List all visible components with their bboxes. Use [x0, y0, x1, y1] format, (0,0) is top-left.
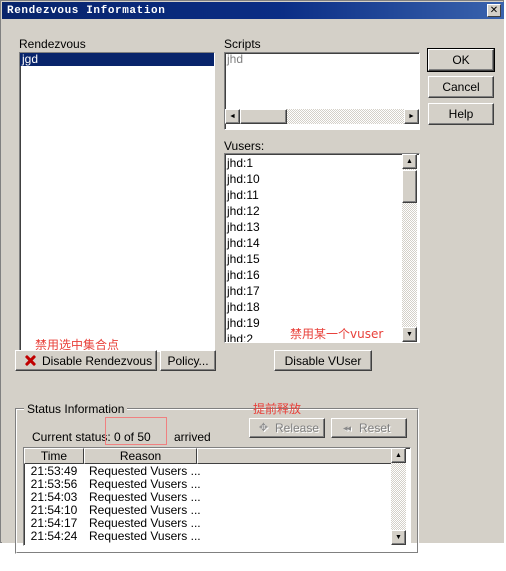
vusers-label: Vusers:: [224, 139, 265, 153]
list-item[interactable]: jhd:15: [225, 251, 403, 267]
vusers-items: jhd:1 jhd:10 jhd:11 jhd:12 jhd:13 jhd:14 jhd:1…: [225, 154, 403, 342]
release-annotation: 提前释放: [253, 402, 302, 416]
cell-time: 21:54:24: [30, 529, 78, 543]
rendezvous-listbox[interactable]: jgd: [19, 52, 215, 352]
hscroll-thumb[interactable]: [240, 109, 287, 124]
arrived-label: arrived: [174, 430, 211, 444]
list-item[interactable]: jhd:18: [225, 299, 403, 315]
scroll-up-icon[interactable]: ▲: [402, 154, 417, 169]
red-x-icon: [24, 354, 37, 367]
scroll-down-icon[interactable]: ▼: [391, 530, 406, 545]
current-status-label: Current status:: [32, 430, 111, 444]
table-row[interactable]: 21:54:17 Requested Vusers ...: [25, 517, 395, 530]
scroll-left-icon[interactable]: ◄: [225, 109, 240, 124]
release-button[interactable]: ✥ Release: [249, 418, 325, 438]
list-item[interactable]: jhd:14: [225, 235, 403, 251]
window-title: Rendezvous Information: [7, 4, 166, 17]
close-icon[interactable]: ✕: [487, 4, 501, 17]
rendezvous-label: Rendezvous: [19, 37, 86, 51]
vusers-listbox[interactable]: jhd:1 jhd:10 jhd:11 jhd:12 jhd:13 jhd:14 jhd:1…: [224, 153, 420, 343]
table-body: 21:53:49 Requested Vusers ... 21:53:56 Requ…: [25, 465, 395, 543]
ok-button[interactable]: OK: [427, 48, 495, 72]
scroll-up-icon[interactable]: ▲: [391, 448, 406, 463]
list-item[interactable]: jhd: [225, 53, 419, 66]
list-item[interactable]: jhd:13: [225, 219, 403, 235]
cell-reason: Requested Vusers ...: [89, 529, 201, 543]
status-table[interactable]: Time Reason 21:53:49 Requested Vusers ...…: [23, 447, 411, 546]
reset-button[interactable]: ◂◂ Reset: [331, 418, 407, 438]
status-table-vscrollbar[interactable]: ▲ ▼: [391, 448, 406, 545]
table-row[interactable]: 21:54:24 Requested Vusers ...: [25, 530, 395, 543]
list-item[interactable]: jhd:16: [225, 267, 403, 283]
vusers-annotation: 禁用某一个vuser: [290, 327, 384, 341]
disable-vuser-button[interactable]: Disable VUser: [274, 350, 372, 371]
table-row[interactable]: 21:54:03 Requested Vusers ...: [25, 491, 395, 504]
list-item[interactable]: jhd:10: [225, 171, 403, 187]
column-header-reason[interactable]: Reason: [84, 448, 197, 464]
disable-rendezvous-label: Disable Rendezvous: [42, 353, 153, 368]
dialog-client-area: Rendezvous jgd 禁用选中集合点 Scripts jhd ◄ ► V…: [2, 19, 504, 554]
current-status-value: 0 of 50: [114, 430, 151, 444]
list-item[interactable]: jhd:12: [225, 203, 403, 219]
table-row[interactable]: 21:53:49 Requested Vusers ...: [25, 465, 395, 478]
reset-label: Reset: [359, 421, 391, 435]
vscroll-thumb[interactable]: [402, 170, 417, 203]
help-button[interactable]: Help: [428, 103, 494, 125]
scroll-down-icon[interactable]: ▼: [402, 327, 417, 342]
release-label: Release: [275, 421, 320, 435]
table-header-row: Time Reason: [24, 448, 410, 464]
release-icon: ✥: [258, 421, 269, 434]
list-item[interactable]: jhd:1: [225, 155, 403, 171]
list-item[interactable]: jgd: [20, 53, 214, 66]
vusers-vscrollbar[interactable]: ▲ ▼: [402, 154, 417, 342]
column-header-time[interactable]: Time: [24, 448, 84, 464]
column-header-extra[interactable]: [197, 448, 396, 464]
scripts-hscrollbar[interactable]: ◄ ►: [225, 109, 419, 124]
policy-button[interactable]: Policy...: [160, 350, 216, 371]
disable-rendezvous-button[interactable]: Disable Rendezvous: [15, 350, 157, 371]
rewind-icon: ◂◂: [342, 422, 351, 433]
table-row[interactable]: 21:54:10 Requested Vusers ...: [25, 504, 395, 517]
scripts-label: Scripts: [224, 37, 261, 51]
scroll-right-icon[interactable]: ►: [404, 109, 419, 124]
status-group-label: Status Information: [24, 402, 128, 416]
list-item[interactable]: jhd:11: [225, 187, 403, 203]
cancel-button[interactable]: Cancel: [428, 76, 494, 98]
table-row[interactable]: 21:53:56 Requested Vusers ...: [25, 478, 395, 491]
title-bar[interactable]: Rendezvous Information ✕: [2, 2, 504, 19]
rendezvous-information-window: Rendezvous Information ✕ Rendezvous jgd …: [0, 0, 504, 554]
list-item[interactable]: jhd:17: [225, 283, 403, 299]
